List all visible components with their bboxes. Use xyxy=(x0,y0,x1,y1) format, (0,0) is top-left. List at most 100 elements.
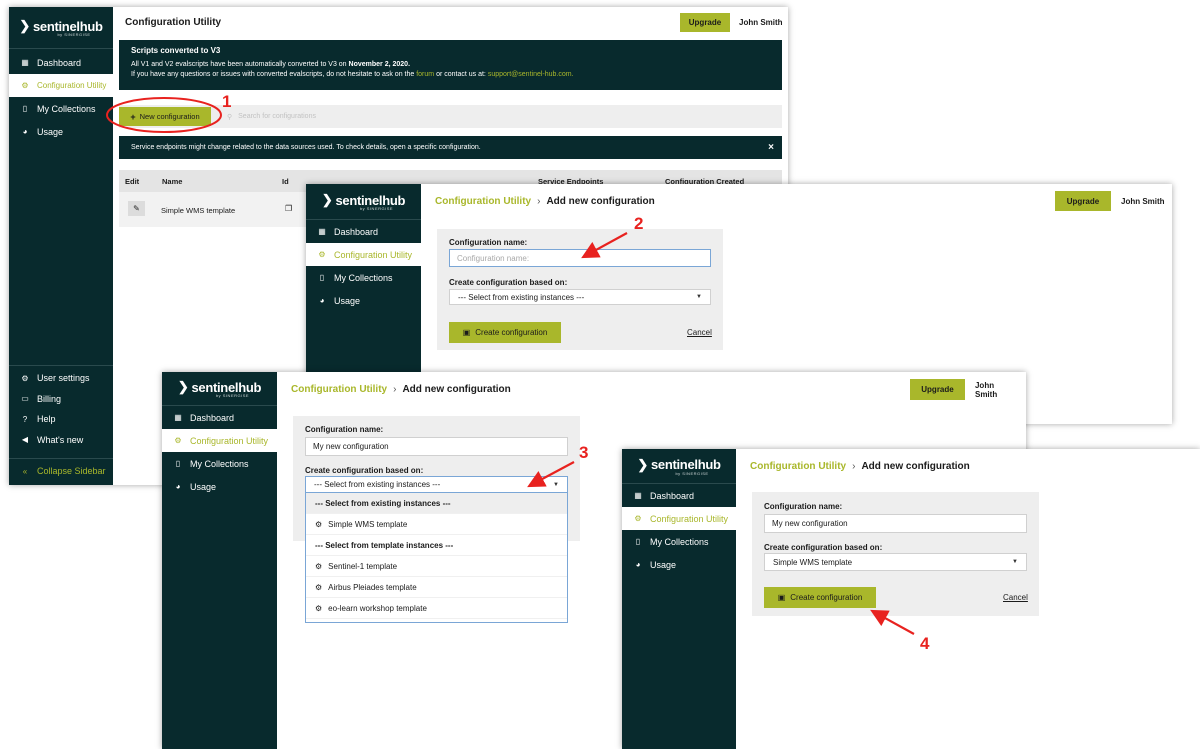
logo: ❯ sentinelhub by SINERGISE xyxy=(306,184,421,220)
sidebar-item-my-collections[interactable]: ▯ My Collections xyxy=(9,97,113,120)
logo: ❯ sentinelhub by SINERGISE xyxy=(622,449,736,484)
sidebar-item-dashboard[interactable]: ▦ Dashboard xyxy=(162,406,277,429)
cancel-link[interactable]: Cancel xyxy=(1003,593,1028,602)
sidebar: ❯ sentinelhub by SINERGISE ▦ Dashboard ⚙ Co… xyxy=(9,7,113,485)
copy-icon[interactable]: ❐ xyxy=(285,204,292,213)
sidebar-item-whats-new[interactable]: ◀ What's new xyxy=(9,430,113,451)
sidebar-item-label: My Collections xyxy=(650,536,709,547)
based-on-select[interactable]: Simple WMS template ▼ xyxy=(764,553,1027,571)
pie-chart-icon: ◕ xyxy=(175,482,181,491)
upgrade-button[interactable]: Upgrade xyxy=(680,13,730,32)
sidebar-item-usage[interactable]: ◕ Usage xyxy=(306,289,421,312)
breadcrumb-current: Add new configuration xyxy=(861,461,970,472)
sidebar-item-configuration-utility[interactable]: ⚙ Configuration Utility xyxy=(622,507,736,530)
configuration-name-input[interactable]: My new configuration xyxy=(764,514,1027,533)
sidebar-item-configuration-utility[interactable]: ⚙ Configuration Utility xyxy=(306,243,421,266)
select-value: --- Select from existing instances --- xyxy=(314,480,441,489)
option-label: Simple WMS template xyxy=(328,519,408,529)
sidebar-item-label: Configuration Utility xyxy=(190,435,269,446)
dropdown-option[interactable]: ⚙ Simple WMS template xyxy=(306,514,567,535)
page-title: Configuration Utility xyxy=(125,17,222,28)
sidebar-item-user-settings[interactable]: ⚙ User settings xyxy=(9,368,113,389)
notice-line-1: All V1 and V2 evalscripts have been auto… xyxy=(131,60,770,70)
sidebar-item-dashboard[interactable]: ▦ Dashboard xyxy=(622,484,736,507)
notice-text: or contact us at: xyxy=(434,71,488,78)
sidebar-item-label: My Collections xyxy=(37,103,96,114)
column-name[interactable]: Name xyxy=(162,177,182,186)
search-input[interactable]: ⚲ Search for configurations xyxy=(221,107,781,126)
new-config-form: Configuration name: My new configuration… xyxy=(752,492,1039,616)
forum-link[interactable]: forum xyxy=(416,71,434,78)
config-icon: ⚙ xyxy=(318,250,326,259)
support-email-link[interactable]: support@sentinel-hub.com. xyxy=(488,71,574,78)
pie-chart-icon: ◕ xyxy=(22,127,28,136)
step-number-1: 1 xyxy=(222,92,232,111)
logo-mark-icon: ❯ xyxy=(321,192,333,207)
sidebar-item-dashboard[interactable]: ▦ Dashboard xyxy=(9,51,113,74)
based-on-select[interactable]: --- Select from existing instances --- ▼ xyxy=(449,289,711,305)
sidebar-item-usage[interactable]: ◕ Usage xyxy=(622,553,736,576)
upgrade-button[interactable]: Upgrade xyxy=(1055,191,1111,211)
configuration-name-input[interactable]: Configuration name: xyxy=(449,249,711,267)
info-text: Service endpoints might change related t… xyxy=(131,144,481,151)
based-on-label: Create configuration based on: xyxy=(764,543,883,552)
sidebar-item-my-collections[interactable]: ▯ My Collections xyxy=(622,530,736,553)
config-icon: ⚙ xyxy=(634,514,642,523)
sidebar-item-label: Configuration Utility xyxy=(334,249,413,260)
sidebar-item-label: Usage xyxy=(334,295,361,306)
sidebar-item-configuration-utility[interactable]: ⚙ Configuration Utility xyxy=(9,74,113,97)
user-name[interactable]: John Smith xyxy=(1121,197,1165,206)
sidebar-item-label: Dashboard xyxy=(650,490,695,501)
dropdown-option[interactable]: ⚙ Sentinel-1 template xyxy=(306,556,567,577)
gears-icon: ⚙ xyxy=(21,373,29,383)
name-value: My new configuration xyxy=(313,442,389,451)
breadcrumb-parent[interactable]: Configuration Utility xyxy=(435,196,531,207)
sidebar-item-label: Billing xyxy=(37,393,62,404)
create-configuration-button[interactable]: ▣ Create configuration xyxy=(449,322,561,343)
sidebar-item-usage[interactable]: ◕ Usage xyxy=(162,475,277,498)
sidebar-item-configuration-utility[interactable]: ⚙ Configuration Utility xyxy=(162,429,277,452)
logo-subtext: by SINERGISE xyxy=(359,206,394,211)
edit-button[interactable]: ✎ xyxy=(128,201,145,216)
based-on-select[interactable]: --- Select from existing instances --- ▼ xyxy=(305,476,568,493)
step-number-3: 3 xyxy=(579,443,589,462)
notice-line-2: If you have any questions or issues with… xyxy=(131,70,770,80)
sidebar: ❯ sentinelhub by SINERGISE ▦ Dashboard ⚙ Co… xyxy=(162,372,277,749)
sidebar-item-my-collections[interactable]: ▯ My Collections xyxy=(162,452,277,475)
configuration-name-input[interactable]: My new configuration xyxy=(305,437,568,456)
sidebar-item-help[interactable]: ? Help xyxy=(9,409,113,430)
sidebar-item-billing[interactable]: ▭ Billing xyxy=(9,389,113,410)
breadcrumb-parent[interactable]: Configuration Utility xyxy=(291,384,387,395)
sidebar-bottom: ⚙ User settings ▭ Billing ? Help ◀ What's ne… xyxy=(9,365,113,483)
cancel-link[interactable]: Cancel xyxy=(687,328,712,337)
sidebar-item-my-collections[interactable]: ▯ My Collections xyxy=(306,266,421,289)
pencil-icon: ✎ xyxy=(133,204,140,213)
create-configuration-button[interactable]: ▣ Create configuration xyxy=(764,587,876,608)
upgrade-button[interactable]: Upgrade xyxy=(910,379,965,400)
column-id[interactable]: Id xyxy=(282,177,289,186)
collapse-sidebar-label: Collapse Sidebar xyxy=(37,466,106,476)
topbar: Upgrade John Smith xyxy=(680,13,788,32)
collapse-sidebar-button[interactable]: « Collapse Sidebar xyxy=(9,459,113,483)
logo-subtext: by SINERGISE xyxy=(215,393,250,398)
double-chevron-left-icon: « xyxy=(22,466,28,476)
floppy-icon: ▣ xyxy=(777,593,786,602)
breadcrumb-parent[interactable]: Configuration Utility xyxy=(750,461,846,472)
name-value: My new configuration xyxy=(772,519,848,528)
sidebar-item-dashboard[interactable]: ▦ Dashboard xyxy=(306,220,421,243)
notice-date: November 2, 2020. xyxy=(348,61,411,68)
option-label: eo-learn workshop template xyxy=(328,603,427,613)
column-edit: Edit xyxy=(125,177,140,186)
sidebar-item-usage[interactable]: ◕ Usage xyxy=(9,120,113,143)
dropdown-option[interactable]: ⚙ Airbus Pleiades template xyxy=(306,577,567,598)
user-name[interactable]: John Smith xyxy=(739,18,783,27)
breadcrumb-separator: › xyxy=(393,384,397,395)
grid-icon: ▦ xyxy=(634,491,642,500)
config-icon: ⚙ xyxy=(21,81,29,90)
create-label: Create configuration xyxy=(475,328,548,337)
dropdown-option[interactable]: ⚙ eo-learn workshop template xyxy=(306,598,567,619)
based-on-dropdown: --- Select from existing instances --- ⚙… xyxy=(305,493,568,623)
megaphone-icon: ◀ xyxy=(21,435,29,445)
user-name[interactable]: John Smith xyxy=(975,381,1017,399)
close-icon[interactable]: × xyxy=(768,142,774,153)
